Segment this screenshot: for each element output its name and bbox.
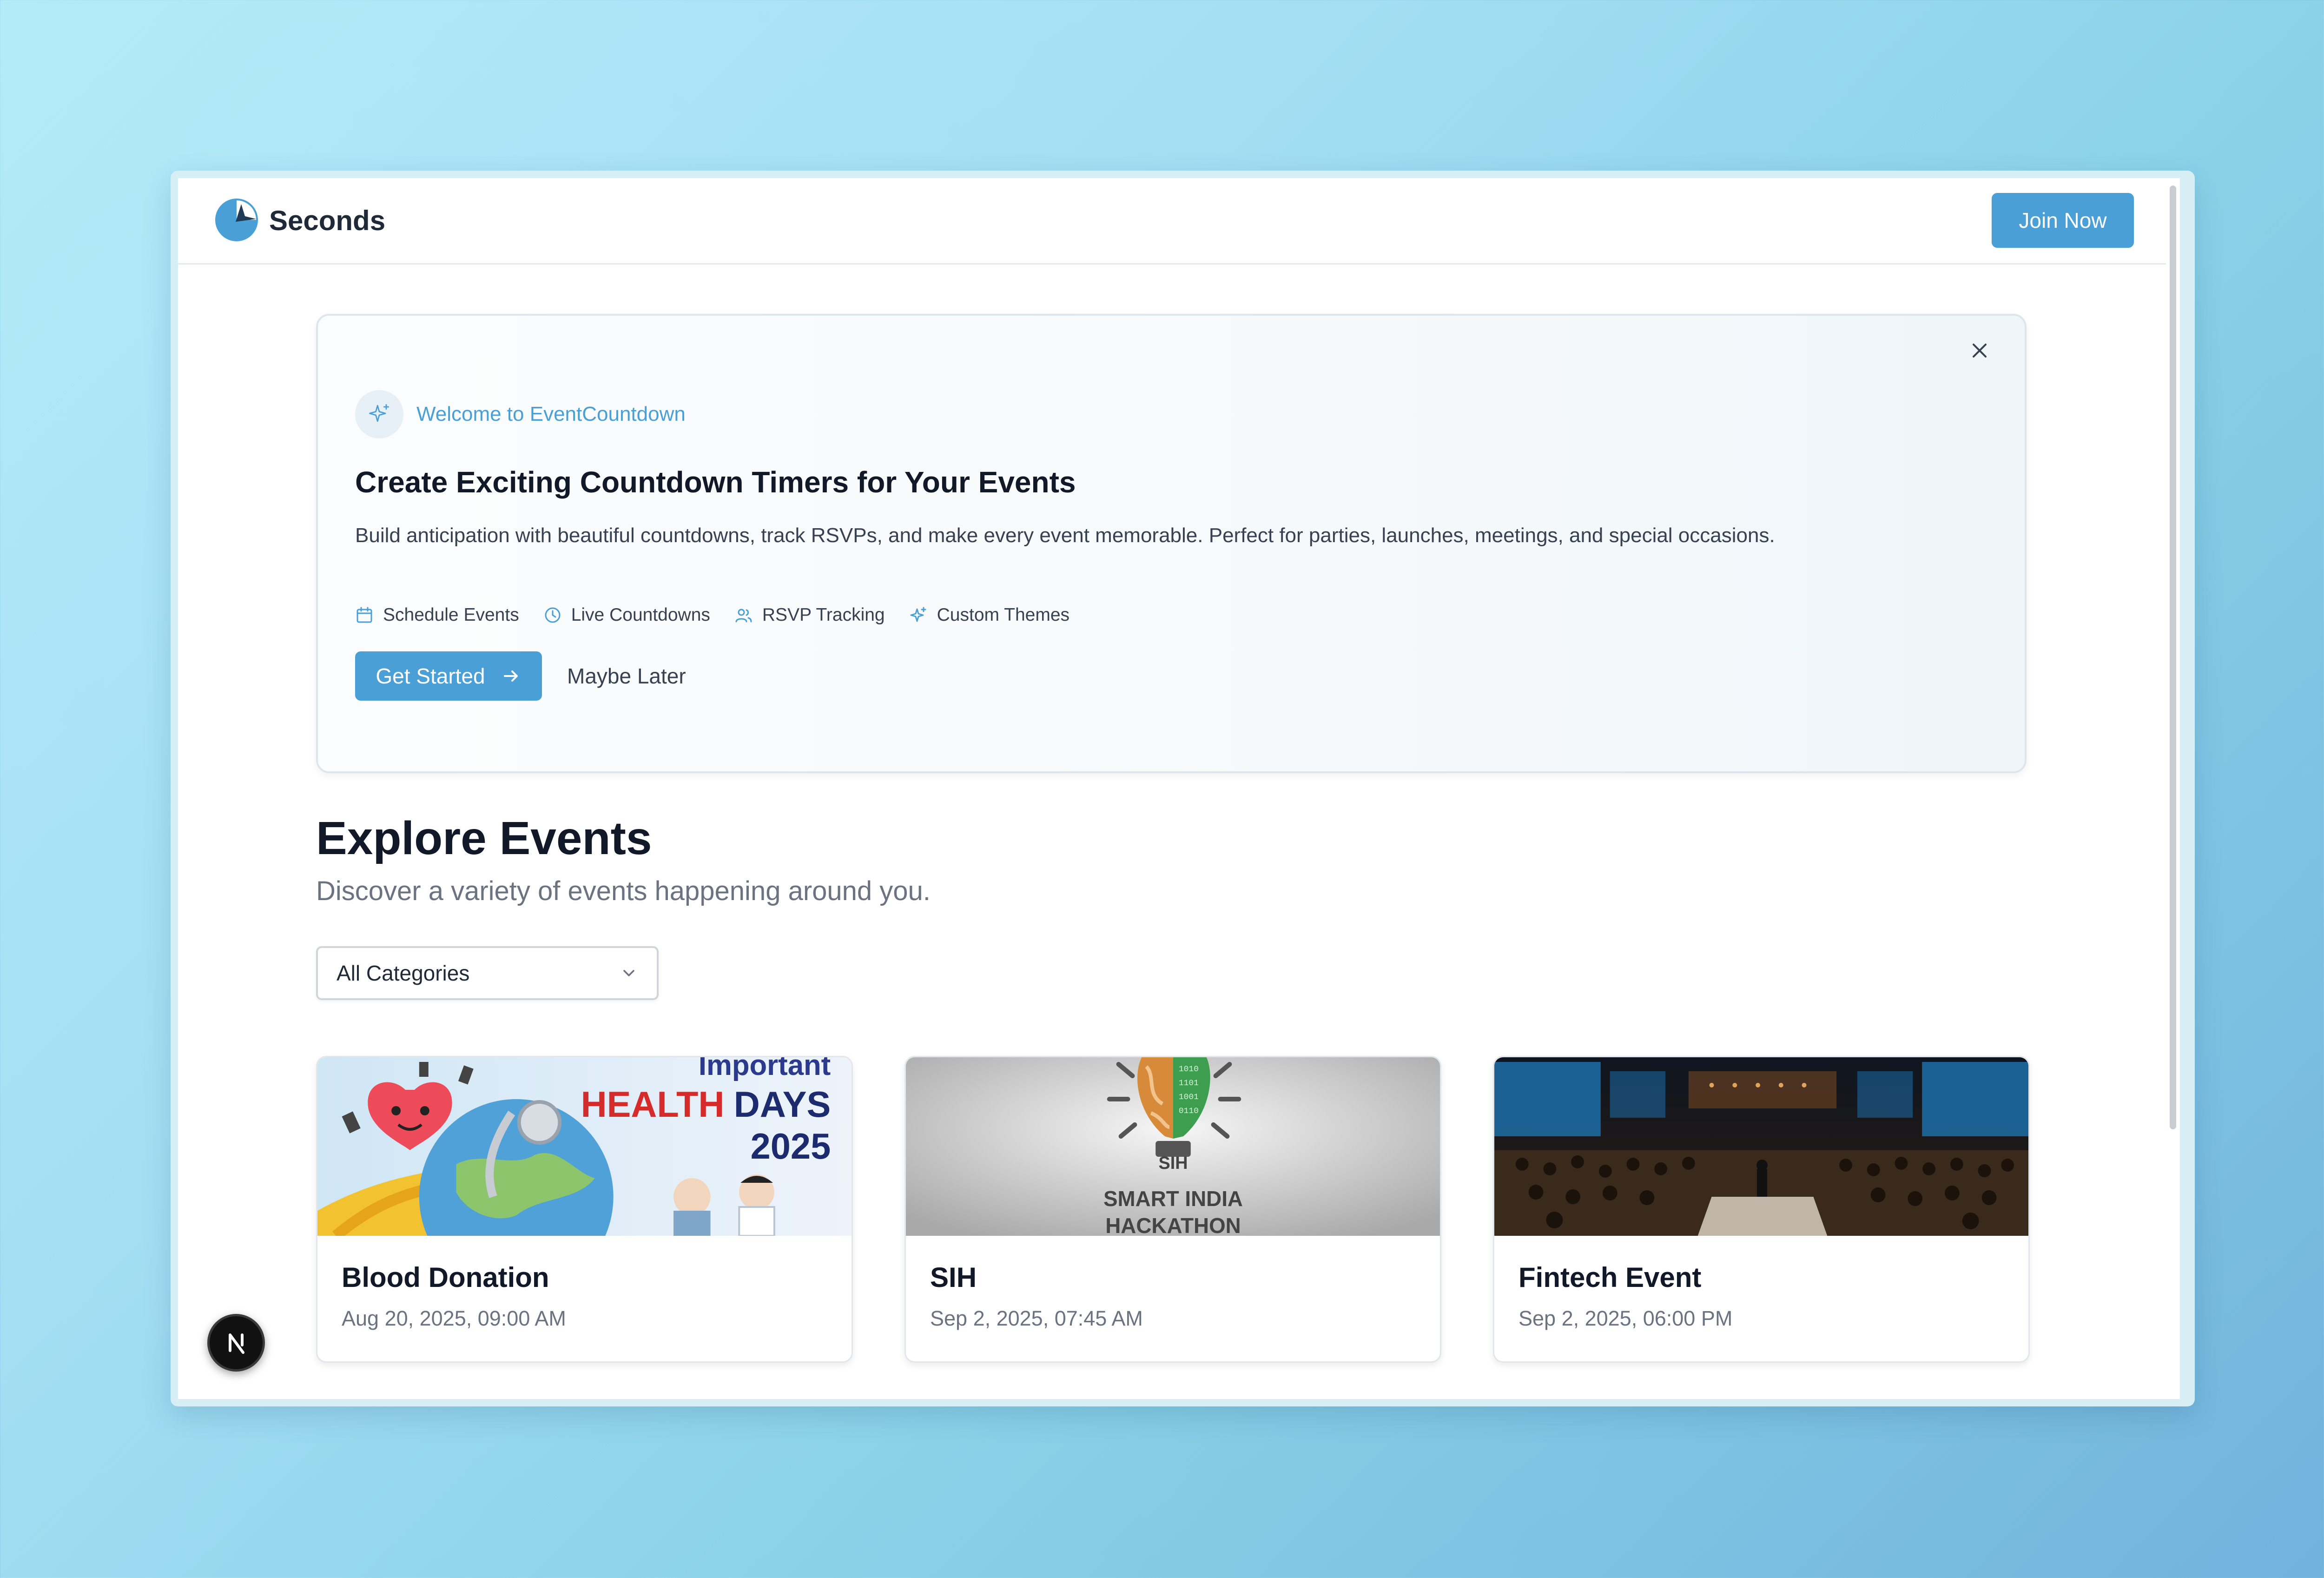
chevron-down-icon bbox=[623, 970, 634, 976]
maybe-later-button[interactable]: Maybe Later bbox=[557, 651, 696, 701]
sih-logo-text: SIH bbox=[1158, 1154, 1188, 1173]
feature-label: Schedule Events bbox=[383, 605, 519, 625]
banner-title: Create Exciting Countdown Timers for You… bbox=[355, 465, 1076, 499]
feature-list: Schedule Events Live Countdowns RSVP Tra… bbox=[355, 601, 1094, 629]
page: Seconds Join Now Welcome to EventCountdo… bbox=[178, 178, 2180, 1399]
nextjs-logo-icon bbox=[229, 1333, 244, 1354]
svg-text:1001: 1001 bbox=[1179, 1093, 1199, 1102]
calendar-icon bbox=[357, 607, 372, 623]
sparkle-icon bbox=[910, 607, 926, 622]
browser-window: Seconds Join Now Welcome to EventCountdo… bbox=[171, 171, 2195, 1406]
get-started-label: Get Started bbox=[376, 664, 485, 688]
feature-live-countdowns: Live Countdowns bbox=[543, 605, 710, 625]
event-title: Blood Donation bbox=[342, 1262, 549, 1293]
svg-text:1010: 1010 bbox=[1179, 1065, 1199, 1074]
feature-custom-themes: Custom Themes bbox=[909, 605, 1070, 625]
arrow-right-icon bbox=[503, 670, 518, 682]
nextjs-dev-indicator[interactable] bbox=[207, 1314, 265, 1372]
svg-text:0110: 0110 bbox=[1179, 1107, 1199, 1116]
health-days-line1: Important bbox=[699, 1057, 831, 1081]
event-image-health-days: Important HEALTH DAYS 2025 bbox=[317, 1057, 852, 1236]
event-title: SIH bbox=[930, 1262, 977, 1293]
event-date: Sep 2, 2025, 07:45 AM bbox=[930, 1306, 1143, 1330]
sih-line2: HACKATHON bbox=[1105, 1213, 1241, 1236]
scrollbar[interactable] bbox=[2166, 178, 2180, 1399]
users-icon bbox=[735, 609, 752, 623]
feature-label: Live Countdowns bbox=[571, 605, 710, 625]
section-title: Explore Events bbox=[316, 812, 652, 864]
svg-text:1101: 1101 bbox=[1179, 1079, 1199, 1088]
event-card-sih[interactable]: 1010 1101 1001 0110 SIH SMART INDIA HACKATH… bbox=[905, 1056, 1441, 1363]
event-date: Aug 20, 2025, 09:00 AM bbox=[342, 1306, 566, 1330]
welcome-label: Welcome to EventCountdown bbox=[416, 403, 686, 425]
join-now-button[interactable]: Join Now bbox=[1992, 193, 2134, 248]
scrollbar-thumb[interactable] bbox=[2170, 186, 2176, 1129]
brand-name[interactable]: Seconds bbox=[269, 202, 385, 239]
category-select[interactable]: All Categories bbox=[316, 946, 659, 1000]
health-days-line2b: DAYS bbox=[734, 1085, 831, 1125]
category-select-value: All Categories bbox=[337, 961, 470, 985]
event-date: Sep 2, 2025, 06:00 PM bbox=[1519, 1306, 1733, 1330]
feature-rsvp-tracking: RSVP Tracking bbox=[734, 605, 885, 625]
event-title: Fintech Event bbox=[1519, 1262, 1702, 1293]
event-card-fintech-event[interactable]: Fintech Event Sep 2, 2025, 06:00 PM bbox=[1493, 1056, 2030, 1363]
sih-line1: SMART INDIA bbox=[1103, 1187, 1243, 1211]
clock-icon bbox=[545, 607, 561, 623]
feature-label: Custom Themes bbox=[937, 605, 1070, 625]
get-started-button[interactable]: Get Started bbox=[355, 651, 542, 701]
top-nav: Seconds Join Now bbox=[178, 178, 2170, 265]
event-image-conference-hall bbox=[1494, 1057, 2028, 1236]
feature-label: RSVP Tracking bbox=[762, 605, 885, 625]
close-icon[interactable] bbox=[1968, 339, 1991, 362]
feature-schedule-events: Schedule Events bbox=[355, 605, 519, 625]
welcome-badge bbox=[355, 390, 403, 438]
event-image-smart-india-hackathon: 1010 1101 1001 0110 SIH SMART INDIA HACKATH… bbox=[906, 1057, 1440, 1236]
sparkle-icon bbox=[369, 404, 389, 422]
banner-description: Build anticipation with beautiful countd… bbox=[355, 524, 1775, 547]
welcome-banner: Welcome to EventCountdown Create Excitin… bbox=[316, 314, 2027, 773]
health-days-line2a: HEALTH bbox=[581, 1085, 725, 1125]
logo-icon[interactable] bbox=[214, 198, 259, 242]
section-subtitle: Discover a variety of events happening a… bbox=[316, 876, 931, 906]
event-card-blood-donation[interactable]: Important HEALTH DAYS 2025 Blood Donatio… bbox=[316, 1056, 853, 1363]
health-days-line3: 2025 bbox=[751, 1127, 831, 1167]
